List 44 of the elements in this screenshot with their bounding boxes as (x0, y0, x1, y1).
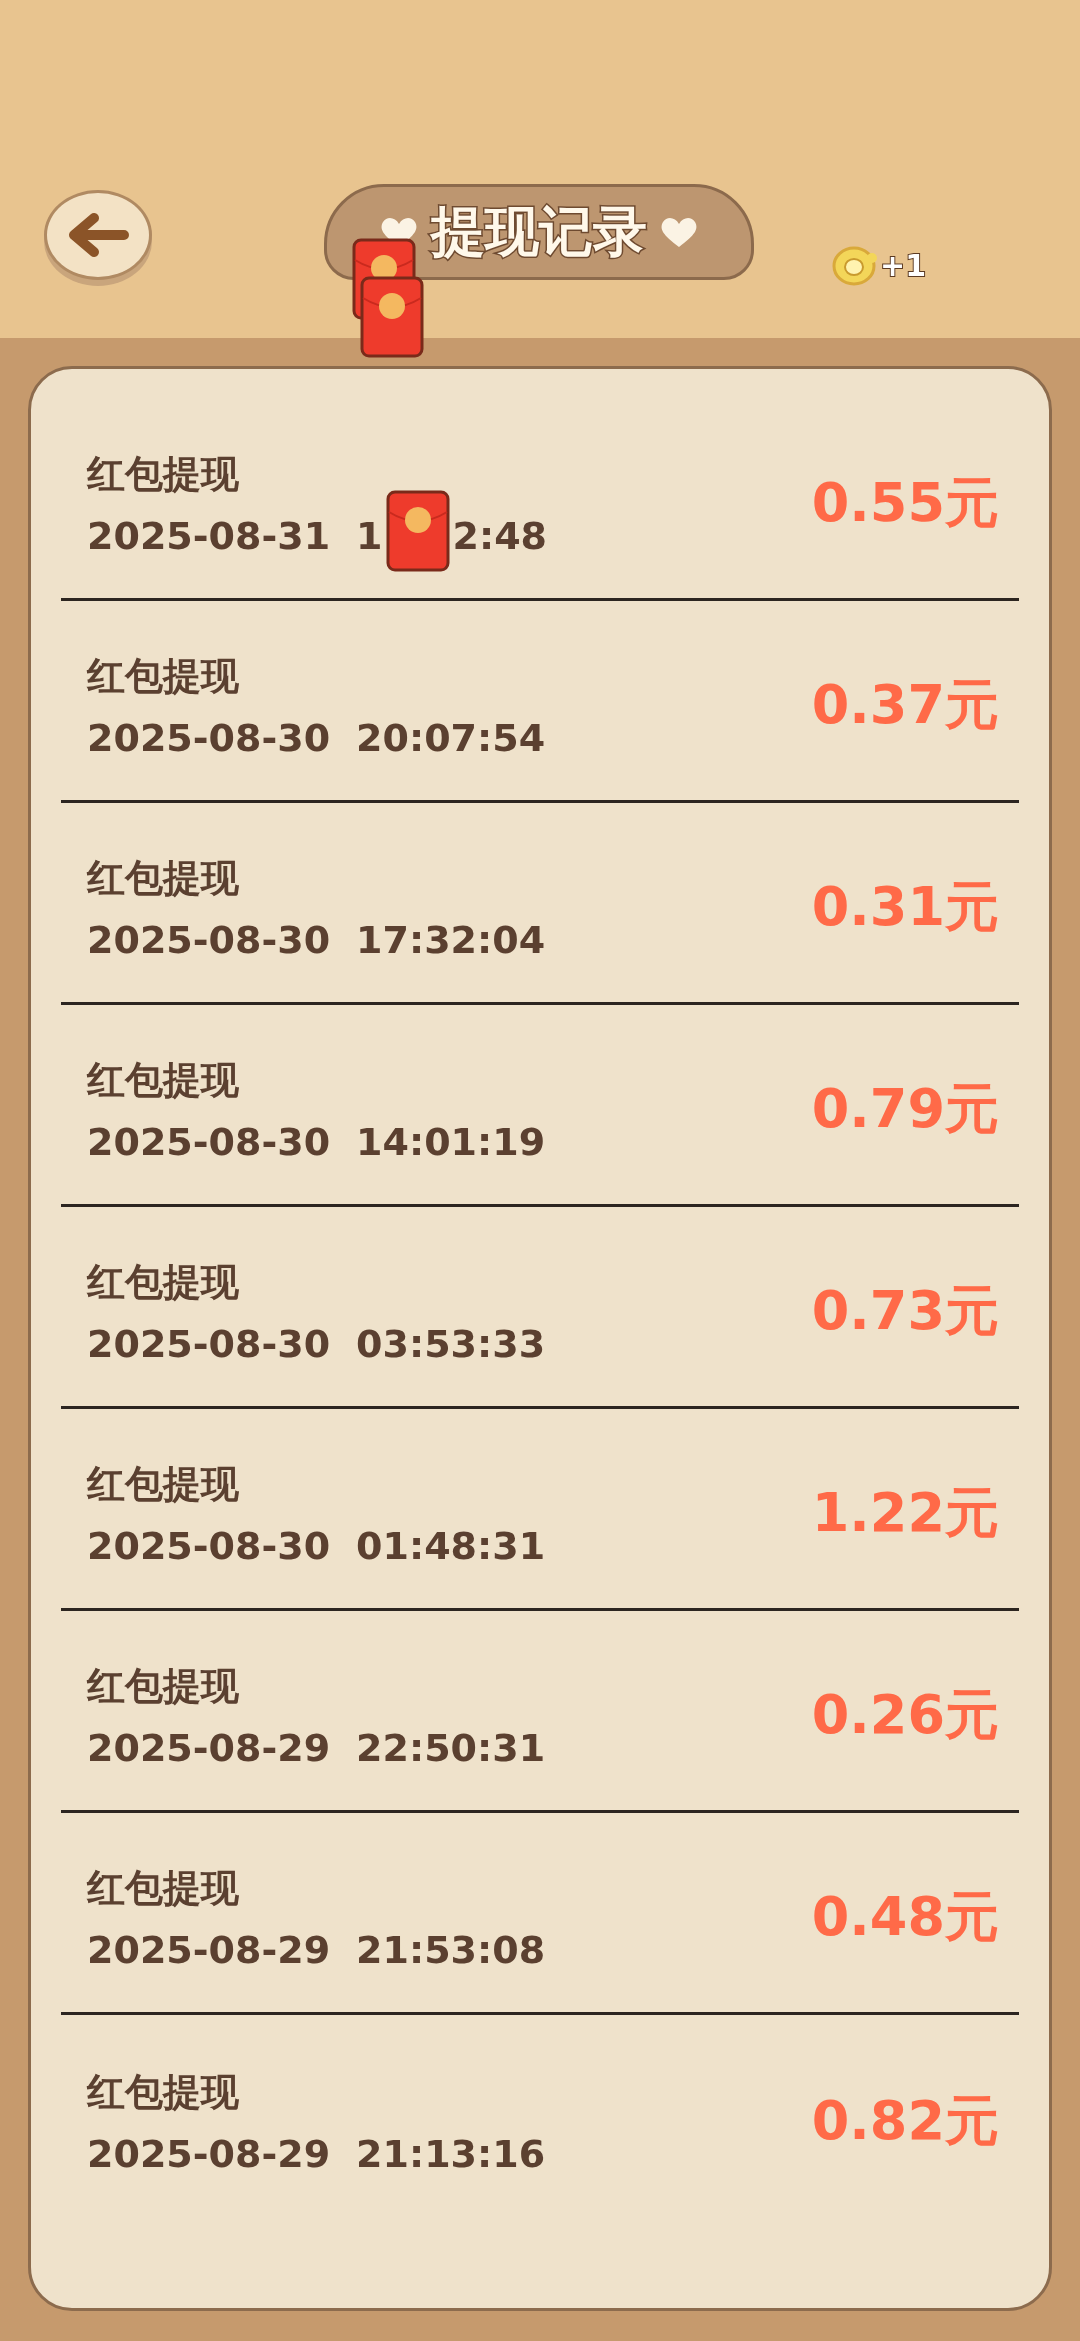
record-time: 01:48:31 (356, 1524, 546, 1568)
record-time: 14:01:19 (356, 1120, 546, 1164)
record-amount: 0.82元 (811, 2087, 999, 2154)
record-time: 1 (356, 514, 383, 558)
record-title: 红包提现 (87, 1259, 240, 1306)
coin-icon (832, 244, 878, 286)
record-title: 红包提现 (87, 855, 240, 902)
record-date: 2025-08-30 (87, 1120, 331, 1164)
page-title: 提现记录 (431, 198, 647, 265)
record-amount: 0.26元 (811, 1682, 999, 1748)
record-date: 2025-08-31 (87, 514, 331, 558)
record-date: 2025-08-30 (87, 716, 331, 760)
record-amount: 0.79元 (811, 1076, 999, 1142)
record-amount: 0.31元 (811, 874, 999, 940)
record-title: 红包提现 (87, 2068, 240, 2116)
record-title: 红包提现 (87, 1461, 240, 1508)
record-time: 20:07:54 (356, 716, 546, 760)
record-amount: 1.22元 (811, 1480, 999, 1546)
record-title: 红包提现 (87, 451, 240, 498)
record-title: 红包提现 (87, 653, 240, 700)
record-date: 2025-08-29 (87, 1726, 331, 1770)
record-title: 红包提现 (87, 1865, 240, 1912)
record-title: 红包提现 (87, 1663, 240, 1710)
record-amount: 0.73元 (811, 1278, 999, 1344)
record-title: 红包提现 (87, 1057, 240, 1104)
record-time: 03:53:33 (356, 1322, 546, 1366)
back-arrow-icon (66, 210, 130, 260)
record-amount: 0.37元 (811, 672, 999, 738)
envelope-icon (385, 490, 450, 572)
record-time: 21:13:16 (356, 2131, 546, 2176)
record-time: 17:32:04 (356, 918, 546, 962)
record-date: 2025-08-30 (87, 1322, 331, 1366)
record-amount: 0.55元 (811, 470, 999, 536)
record-date: 2025-08-29 (87, 2131, 331, 2176)
record-time: 21:53:08 (356, 1928, 546, 1972)
envelope-icon (360, 276, 424, 358)
record-time: 22:50:31 (356, 1726, 546, 1770)
record-amount: 0.48元 (811, 1884, 999, 1950)
heart-icon (659, 215, 699, 249)
record-time: 2:48 (452, 514, 548, 558)
record-date: 2025-08-30 (87, 1524, 331, 1568)
record-date: 2025-08-29 (87, 1928, 331, 1972)
record-date: 2025-08-30 (87, 918, 331, 962)
reward-count: +1 (880, 247, 926, 283)
